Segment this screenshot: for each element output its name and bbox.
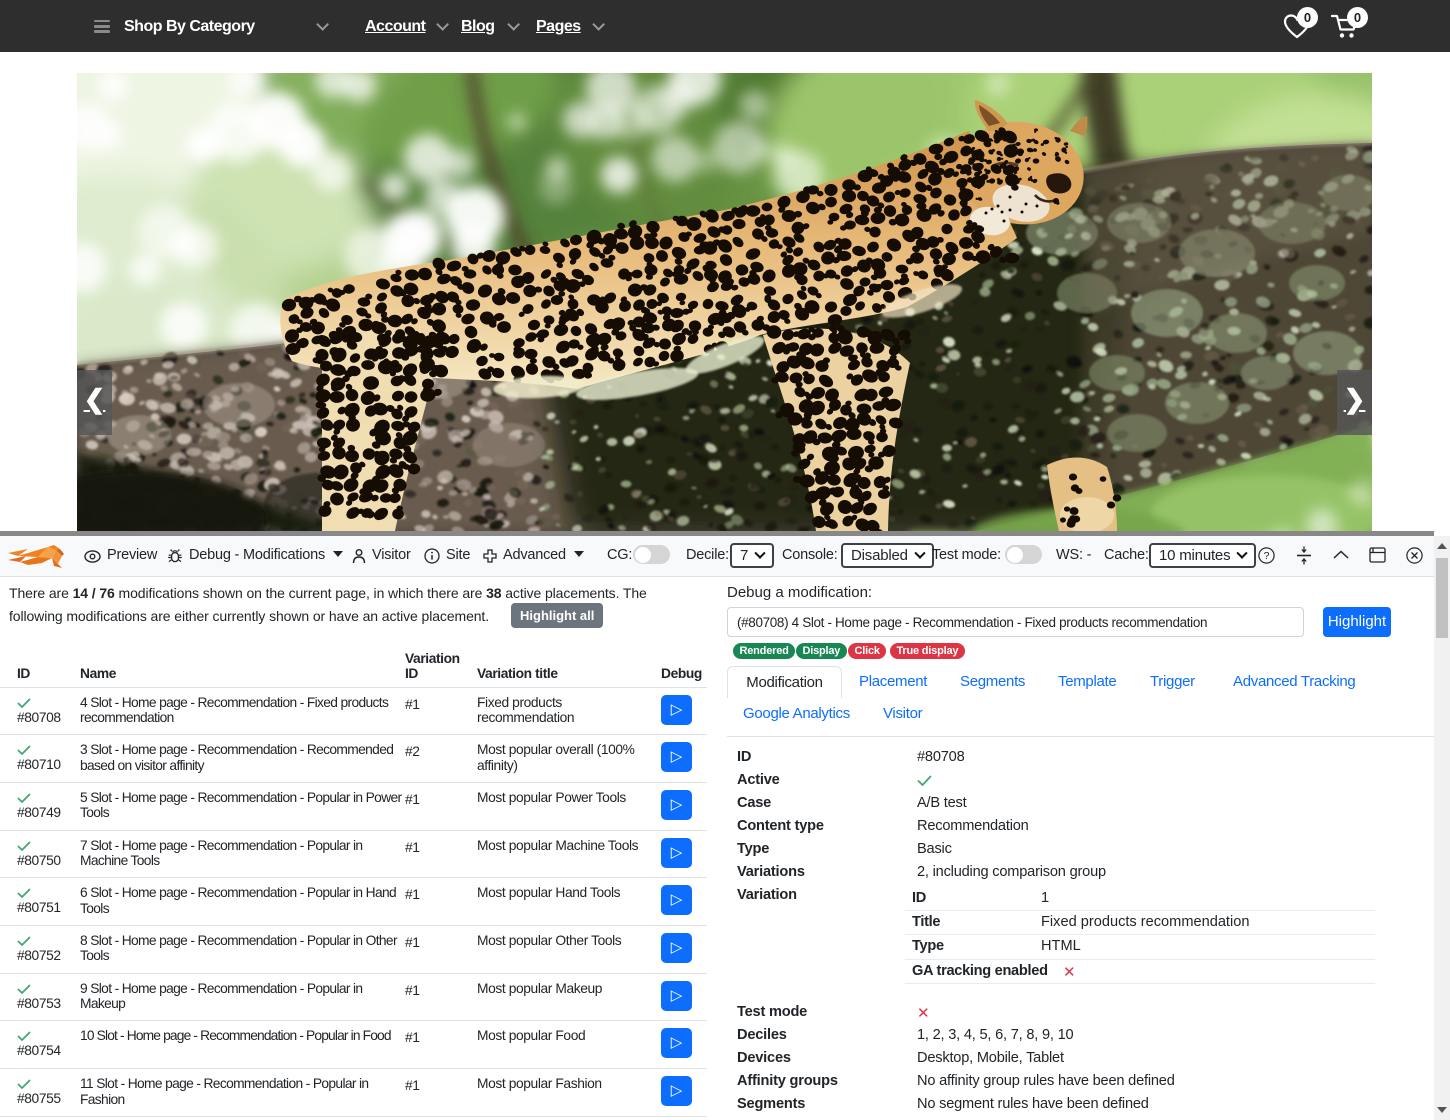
svg-text:?: ? <box>1264 550 1270 562</box>
